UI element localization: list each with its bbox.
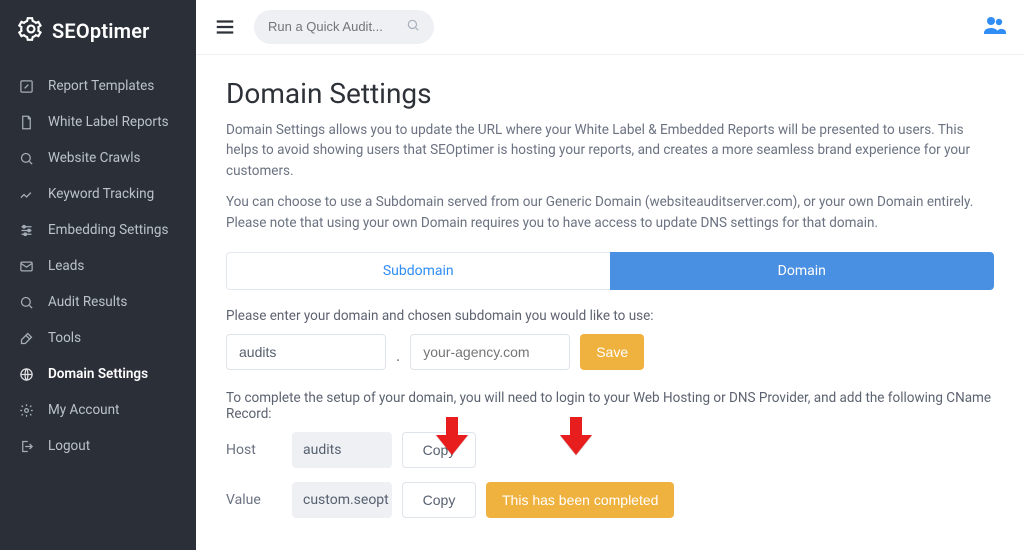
subdomain-input[interactable]	[226, 334, 386, 370]
quick-audit-search[interactable]	[254, 10, 434, 44]
sidebar-item-logout[interactable]: Logout	[0, 428, 196, 464]
sidebar-item-my-account[interactable]: My Account	[0, 392, 196, 428]
sidebar-item-audit-results[interactable]: Audit Results	[0, 284, 196, 320]
dns-value-label: Value	[226, 492, 282, 508]
sidebar: SEOptimer Report Templates White Label R…	[0, 0, 196, 550]
sidebar-item-label: Audit Results	[48, 294, 127, 310]
domain-form-row: . Save	[226, 334, 994, 370]
sidebar-item-report-templates[interactable]: Report Templates	[0, 68, 196, 104]
sidebar-item-domain-settings[interactable]: Domain Settings	[0, 356, 196, 392]
hamburger-icon[interactable]	[214, 16, 236, 38]
chart-line-icon	[18, 186, 34, 202]
dns-value-value: custom.seopt	[292, 482, 392, 518]
sidebar-item-tools[interactable]: Tools	[0, 320, 196, 356]
dns-instructions: To complete the setup of your domain, yo…	[226, 390, 994, 422]
page-description-2: You can choose to use a Subdomain served…	[226, 192, 986, 234]
sidebar-nav: Report Templates White Label Reports Web…	[0, 64, 196, 464]
sidebar-item-label: My Account	[48, 402, 119, 418]
topbar	[196, 0, 1024, 55]
brand-logo-icon	[18, 16, 52, 46]
tab-domain[interactable]: Domain	[610, 252, 995, 290]
dns-value-row: Value custom.seopt Copy This has been co…	[226, 482, 994, 518]
sidebar-item-leads[interactable]: Leads	[0, 248, 196, 284]
sidebar-item-label: Keyword Tracking	[48, 186, 154, 202]
sidebar-item-label: Embedding Settings	[48, 222, 168, 238]
mail-icon	[18, 258, 34, 274]
completed-button[interactable]: This has been completed	[486, 482, 674, 518]
brand: SEOptimer	[0, 0, 196, 64]
dns-host-value: audits	[292, 432, 392, 468]
page-title: Domain Settings	[226, 77, 994, 110]
sidebar-item-label: Report Templates	[48, 78, 154, 94]
gear-icon	[18, 402, 34, 418]
dns-host-row: Host audits Copy	[226, 432, 994, 468]
domain-input[interactable]	[410, 334, 570, 370]
sidebar-item-label: White Label Reports	[48, 114, 169, 130]
globe-icon	[18, 366, 34, 382]
content: Domain Settings Domain Settings allows y…	[196, 55, 1024, 550]
sidebar-item-white-label-reports[interactable]: White Label Reports	[0, 104, 196, 140]
tab-subdomain[interactable]: Subdomain	[226, 252, 610, 290]
main-panel: Domain Settings Domain Settings allows y…	[196, 0, 1024, 550]
sidebar-item-label: Logout	[48, 438, 90, 454]
document-icon	[18, 114, 34, 130]
search-icon	[18, 150, 34, 166]
copy-value-button[interactable]: Copy	[402, 482, 476, 518]
search-input[interactable]	[268, 19, 400, 34]
copy-host-button[interactable]: Copy	[402, 432, 476, 468]
domain-form-prompt: Please enter your domain and chosen subd…	[226, 308, 994, 324]
sidebar-item-label: Tools	[48, 330, 81, 346]
logout-icon	[18, 438, 34, 454]
sidebar-item-website-crawls[interactable]: Website Crawls	[0, 140, 196, 176]
save-button[interactable]: Save	[580, 334, 644, 370]
search-icon	[406, 18, 420, 36]
sidebar-item-label: Website Crawls	[48, 150, 141, 166]
users-icon[interactable]	[982, 13, 1006, 41]
sliders-icon	[18, 222, 34, 238]
sidebar-item-label: Domain Settings	[48, 366, 148, 382]
sidebar-item-label: Leads	[48, 258, 84, 274]
sidebar-item-keyword-tracking[interactable]: Keyword Tracking	[0, 176, 196, 212]
tabs: Subdomain Domain	[226, 252, 994, 290]
sidebar-item-embedding-settings[interactable]: Embedding Settings	[0, 212, 196, 248]
dot-separator: .	[396, 346, 400, 365]
hammer-icon	[18, 330, 34, 346]
page-description-1: Domain Settings allows you to update the…	[226, 120, 986, 183]
edit-square-icon	[18, 78, 34, 94]
search-icon	[18, 294, 34, 310]
dns-host-label: Host	[226, 442, 282, 458]
brand-name: SEOptimer	[52, 19, 150, 43]
